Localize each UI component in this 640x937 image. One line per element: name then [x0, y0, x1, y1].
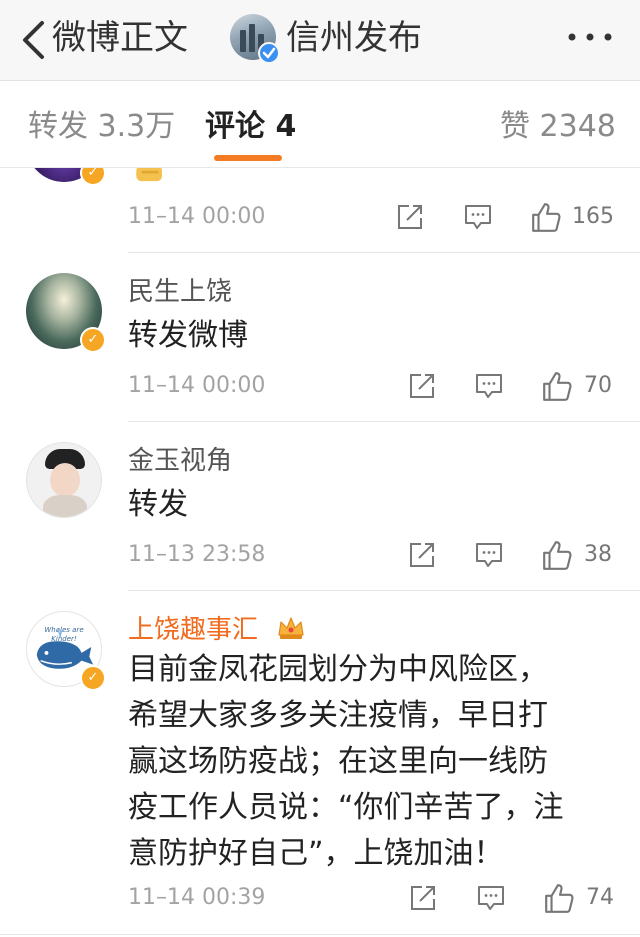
verified-yellow-icon: ✓ — [80, 168, 106, 186]
comment-icon[interactable] — [474, 371, 504, 401]
comment-text-line: 赢这场防疫战；在这里向一线防 — [128, 744, 548, 779]
back-chevron-icon[interactable] — [20, 20, 46, 60]
comment-text-line: 希望大家多多关注疫情，早日打 — [128, 698, 548, 733]
tab-bar: 转发 3.3万 评论 4 赞 2348 — [0, 81, 640, 168]
verified-yellow-icon: ✓ — [80, 665, 106, 691]
comment-text: 转发 — [128, 487, 188, 522]
nav-back-label[interactable]: 微博正文 — [52, 16, 188, 60]
commenter-avatar[interactable] — [26, 442, 102, 518]
like-count: 70 — [584, 373, 612, 398]
comment-text: 转发微博 — [128, 318, 248, 353]
nav-account-title[interactable]: 信州发布 — [286, 16, 422, 60]
comment-time: 11–14 00:00 — [128, 373, 266, 398]
repost-icon[interactable] — [408, 883, 438, 913]
commenter-name[interactable]: 民生上饶 — [128, 275, 232, 309]
thumbs-up-emoji-icon — [136, 168, 162, 182]
commenter-name[interactable]: 上饶趣事汇 — [128, 613, 258, 647]
tab-repost[interactable]: 转发 3.3万 — [28, 107, 175, 147]
like-count: 74 — [586, 885, 614, 910]
comment-text: 目前金凤花园划分为中风险区， 希望大家多多关注疫情，早日打 赢这场防疫战；在这里… — [128, 647, 618, 877]
like-icon[interactable] — [530, 201, 562, 233]
tab-likes[interactable]: 赞 2348 — [500, 107, 616, 147]
repost-icon[interactable] — [395, 202, 425, 232]
comment-icon[interactable] — [476, 883, 506, 913]
nav-bar: 微博正文 信州发布 — [0, 0, 640, 81]
crown-icon — [278, 617, 304, 639]
comment-time: 11–13 23:58 — [128, 542, 266, 567]
like-count: 38 — [584, 542, 612, 567]
like-icon[interactable] — [541, 370, 573, 402]
like-count: 165 — [572, 204, 614, 229]
list-bottom-divider — [0, 934, 640, 935]
comment-list[interactable]: ✓ 11–14 00:00 165 ✓ 民生上饶 转发微博 11–14 00:0… — [0, 168, 640, 937]
comment-item: Whales are Kinder! ✓ 上饶趣事汇 目前金凤花园划分为中风险区… — [0, 591, 640, 937]
more-icon[interactable] — [566, 30, 614, 44]
verified-yellow-icon: ✓ — [80, 327, 106, 353]
like-icon[interactable] — [543, 882, 575, 914]
tab-comments[interactable]: 评论 4 — [205, 107, 296, 147]
comment-item: ✓ 民生上饶 转发微博 11–14 00:00 70 — [0, 253, 640, 421]
active-tab-indicator — [214, 155, 282, 161]
repost-icon[interactable] — [407, 371, 437, 401]
like-icon[interactable] — [541, 539, 573, 571]
comment-item: 金玉视角 转发 11–13 23:58 38 — [0, 422, 640, 590]
comment-text-line: 意防护好自己”，上饶加油！ — [128, 836, 504, 871]
comment-icon[interactable] — [463, 202, 493, 232]
comment-text-line: 疫工作人员说：“你们辛苦了，注 — [128, 790, 564, 825]
comment-time: 11–14 00:00 — [128, 204, 266, 229]
repost-icon[interactable] — [407, 540, 437, 570]
commenter-name[interactable]: 金玉视角 — [128, 444, 232, 478]
comment-time: 11–14 00:39 — [128, 885, 266, 910]
comment-item: ✓ 11–14 00:00 165 — [0, 168, 640, 252]
verified-blue-icon — [258, 42, 280, 64]
comment-text-line: 目前金凤花园划分为中风险区， — [128, 652, 548, 687]
comment-icon[interactable] — [474, 540, 504, 570]
